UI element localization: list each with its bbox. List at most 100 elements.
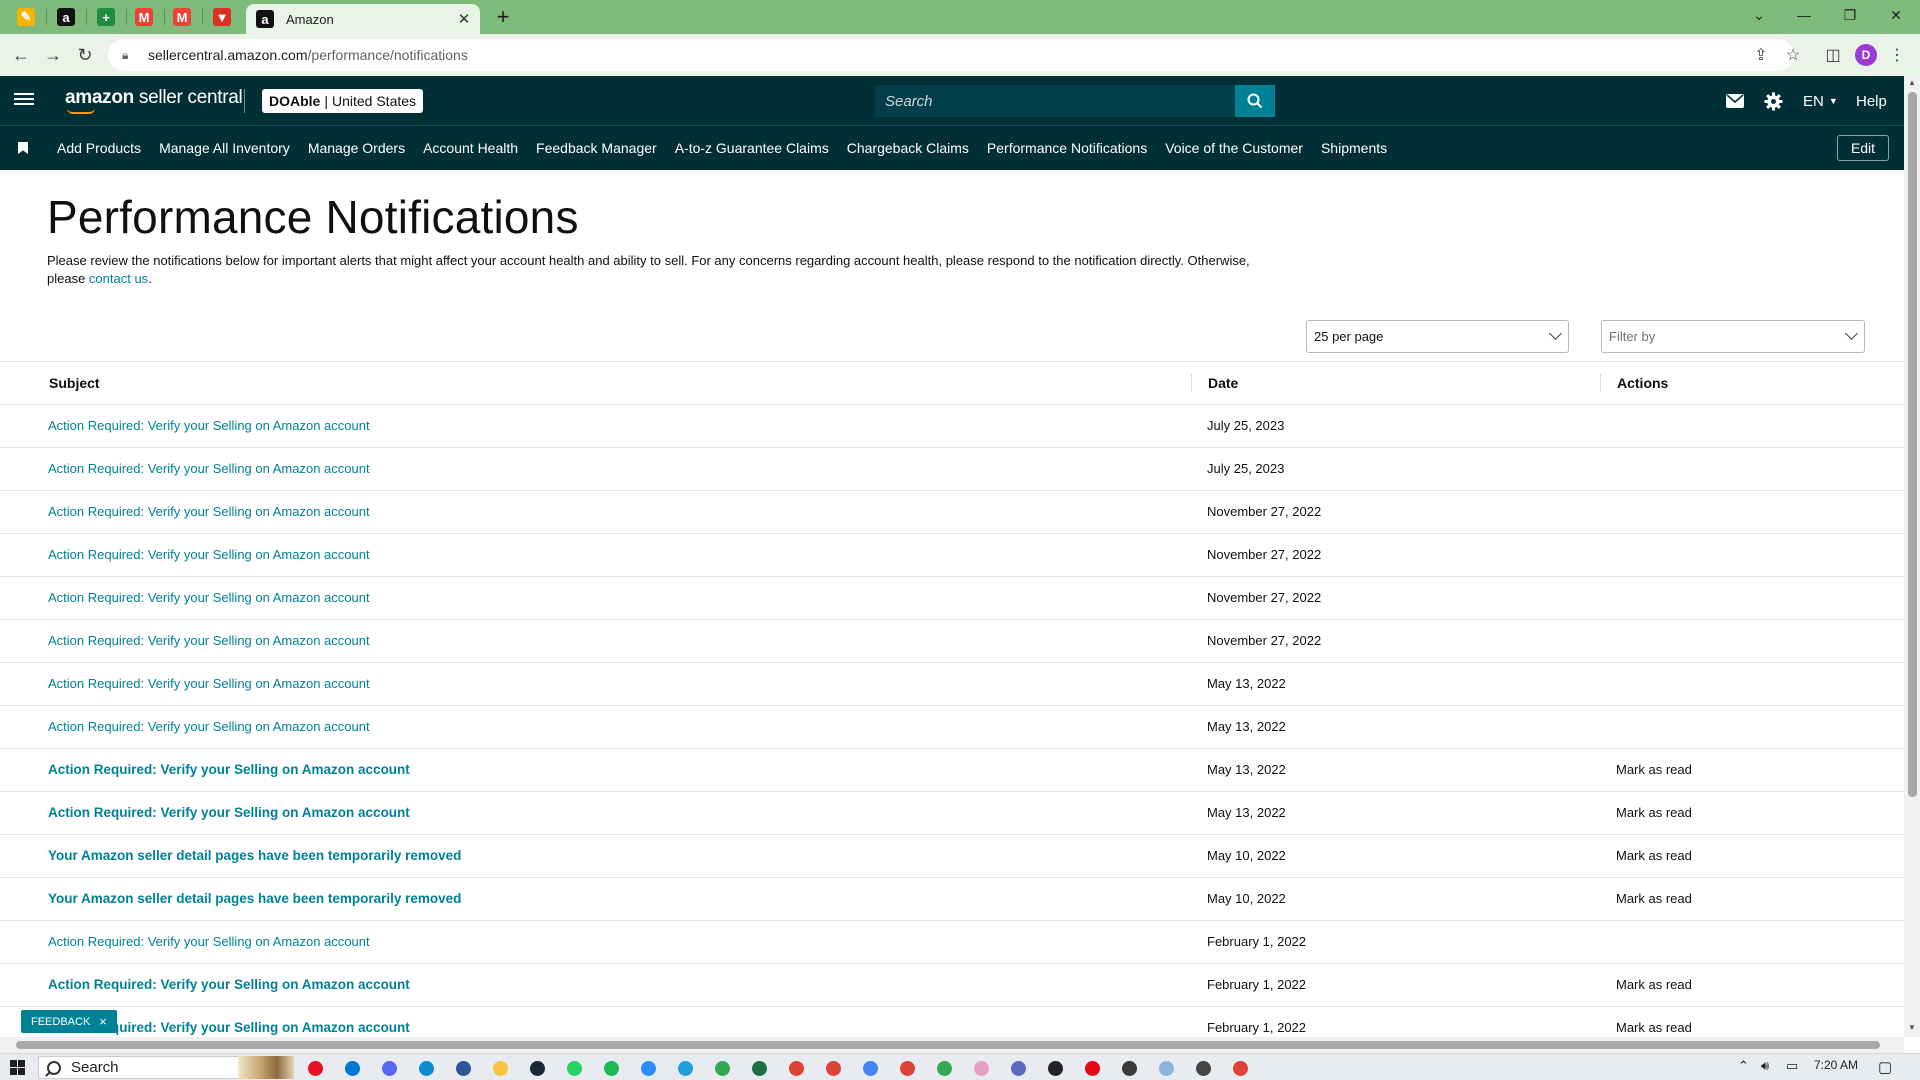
chrome-icon[interactable]: [896, 1057, 918, 1079]
notification-subject-link[interactable]: Action Required: Verify your Selling on …: [48, 719, 370, 734]
notification-subject-link[interactable]: Action Required: Verify your Selling on …: [48, 762, 410, 777]
hamburger-menu-icon[interactable]: [14, 90, 34, 110]
whatsapp-icon[interactable]: [563, 1057, 585, 1079]
steam-icon[interactable]: [526, 1057, 548, 1079]
mark-as-read-link[interactable]: Mark as read: [1616, 848, 1692, 863]
restore-button[interactable]: ❐: [1827, 0, 1873, 30]
zoom-icon[interactable]: [637, 1057, 659, 1079]
netflix-icon[interactable]: [1081, 1057, 1103, 1079]
store-icon[interactable]: [452, 1057, 474, 1079]
terminal-icon[interactable]: [1118, 1057, 1140, 1079]
calculator-icon[interactable]: [1007, 1057, 1029, 1079]
horizontal-scrollbar[interactable]: [0, 1037, 1904, 1053]
share-icon[interactable]: ⇪: [1748, 42, 1774, 68]
minimize-button[interactable]: —: [1781, 0, 1827, 30]
vertical-scrollbar[interactable]: ▲ ▼: [1904, 76, 1920, 1037]
language-selector[interactable]: EN ▼: [1803, 90, 1838, 112]
close-window-button[interactable]: ✕: [1873, 0, 1919, 30]
nav-item-manage-orders[interactable]: Manage Orders: [308, 140, 405, 156]
close-feedback-icon[interactable]: ×: [99, 1014, 107, 1029]
record-icon[interactable]: [304, 1057, 326, 1079]
pinned-tab[interactable]: +: [90, 4, 122, 30]
pinned-tab[interactable]: M: [128, 4, 160, 30]
bookmark-star-icon[interactable]: ☆: [1780, 42, 1806, 68]
windows-start-icon[interactable]: [10, 1060, 25, 1075]
notification-subject-link[interactable]: Action Required: Verify your Selling on …: [48, 504, 370, 519]
url-field[interactable]: 🔒︎ sellercentral.amazon.com/performance/…: [108, 39, 1794, 71]
reload-icon[interactable]: ↻: [72, 42, 98, 68]
bookmark-icon[interactable]: [18, 142, 28, 154]
search-button[interactable]: [1235, 85, 1275, 117]
clock[interactable]: 7:20 AM: [1814, 1058, 1858, 1072]
battery-icon[interactable]: ▭: [1786, 1058, 1798, 1074]
nav-item-a-to-z-guarantee-claims[interactable]: A-to-z Guarantee Claims: [675, 140, 829, 156]
edge-icon[interactable]: [415, 1057, 437, 1079]
notification-subject-link[interactable]: Your Amazon seller detail pages have bee…: [48, 848, 461, 863]
spotify-icon[interactable]: [600, 1057, 622, 1079]
amazon-seller-central-logo[interactable]: amazon seller central: [65, 87, 243, 114]
forward-arrow-icon[interactable]: →: [40, 42, 66, 68]
notification-subject-link[interactable]: Action Required: Verify your Selling on …: [48, 461, 370, 476]
telegram-icon[interactable]: [674, 1057, 696, 1079]
nav-item-add-products[interactable]: Add Products: [57, 140, 141, 156]
date-column-header[interactable]: Date: [1208, 375, 1238, 391]
excel-icon[interactable]: [748, 1057, 770, 1079]
nav-item-manage-all-inventory[interactable]: Manage All Inventory: [159, 140, 290, 156]
volume-icon[interactable]: 🔊︎: [1761, 1058, 1769, 1074]
nav-item-chargeback-claims[interactable]: Chargeback Claims: [847, 140, 969, 156]
new-tab-button[interactable]: +: [490, 4, 516, 29]
notification-subject-link[interactable]: Action Required: Verify your Selling on …: [48, 418, 370, 433]
scroll-down-icon[interactable]: ▼: [1908, 1023, 1916, 1032]
notification-subject-link[interactable]: Your Amazon seller detail pages have bee…: [48, 891, 461, 906]
nav-item-shipments[interactable]: Shipments: [1321, 140, 1387, 156]
mark-as-read-link[interactable]: Mark as read: [1616, 762, 1692, 777]
subject-column-header[interactable]: Subject: [49, 375, 100, 391]
notification-subject-link[interactable]: Action Required: Verify your Selling on …: [48, 977, 410, 992]
mark-as-read-link[interactable]: Mark as read: [1616, 805, 1692, 820]
notifications-icon[interactable]: ▢: [1878, 1058, 1892, 1076]
pinned-tab[interactable]: ✎: [10, 4, 42, 30]
chrome-icon[interactable]: [711, 1057, 733, 1079]
chrome-icon[interactable]: [859, 1057, 881, 1079]
side-panel-icon[interactable]: ◫: [1820, 42, 1846, 68]
horizontal-scroll-thumb[interactable]: [16, 1041, 1880, 1049]
back-arrow-icon[interactable]: ←: [8, 42, 34, 68]
per-page-select[interactable]: 25 per page: [1306, 320, 1569, 353]
notification-subject-link[interactable]: Action Required: Verify your Selling on …: [48, 934, 370, 949]
obs-icon[interactable]: [1044, 1057, 1066, 1079]
notification-subject-link[interactable]: Action Required: Verify your Selling on …: [48, 676, 370, 691]
discord-icon[interactable]: [378, 1057, 400, 1079]
show-hidden-icons-icon[interactable]: ⌃: [1738, 1058, 1749, 1074]
settings-icon[interactable]: [1192, 1057, 1214, 1079]
chrome-icon[interactable]: [785, 1057, 807, 1079]
notification-subject-link[interactable]: Action Required: Verify your Selling on …: [48, 633, 370, 648]
contact-us-link[interactable]: contact us: [89, 271, 148, 286]
notepad-icon[interactable]: [1155, 1057, 1177, 1079]
profile-avatar[interactable]: D: [1855, 44, 1877, 66]
scroll-up-icon[interactable]: ▲: [1908, 78, 1916, 87]
mail-icon[interactable]: [1726, 90, 1744, 112]
tab-search-chevron-icon[interactable]: ⌄: [1736, 0, 1782, 30]
close-tab-icon[interactable]: ✕: [454, 10, 474, 28]
notification-subject-link[interactable]: Action Required: Verify your Selling on …: [48, 805, 410, 820]
header-search-input[interactable]: [875, 85, 1235, 117]
pinned-tab[interactable]: ▼: [206, 4, 238, 30]
notification-subject-link[interactable]: Action Required: Verify your Selling on …: [48, 590, 370, 605]
chrome-icon[interactable]: [822, 1057, 844, 1079]
settings-gear-icon[interactable]: [1764, 90, 1783, 112]
folder-icon[interactable]: [489, 1057, 511, 1079]
vertical-scroll-thumb[interactable]: [1908, 92, 1917, 797]
notification-subject-link[interactable]: Action Required: Verify your Selling on …: [48, 547, 370, 562]
nav-item-performance-notifications[interactable]: Performance Notifications: [987, 140, 1147, 156]
kebab-menu-icon[interactable]: ⋮: [1884, 42, 1910, 68]
paint-icon[interactable]: [970, 1057, 992, 1079]
pinned-tab[interactable]: a: [50, 4, 82, 30]
nav-item-voice-of-the-customer[interactable]: Voice of the Customer: [1165, 140, 1303, 156]
nav-item-feedback-manager[interactable]: Feedback Manager: [536, 140, 657, 156]
filter-by-select[interactable]: Filter by: [1601, 320, 1865, 353]
nav-item-account-health[interactable]: Account Health: [423, 140, 518, 156]
mark-as-read-link[interactable]: Mark as read: [1616, 1020, 1692, 1035]
mark-as-read-link[interactable]: Mark as read: [1616, 977, 1692, 992]
pinned-tab[interactable]: M: [166, 4, 198, 30]
feedback-button[interactable]: FEEDBACK ×: [21, 1010, 117, 1033]
